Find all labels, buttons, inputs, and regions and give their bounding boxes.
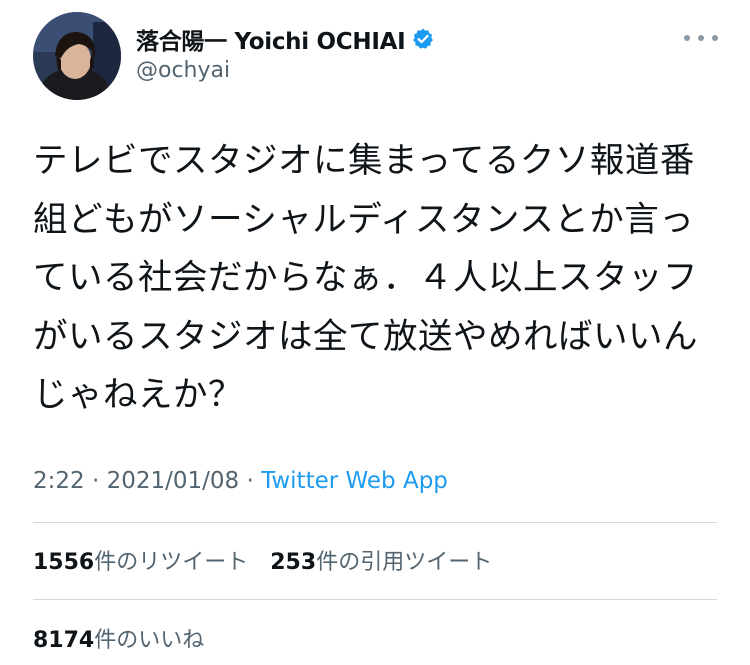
dot-icon xyxy=(684,35,690,41)
tweet-text: テレビでスタジオに集まってるクソ報道番組どもがソーシャルディスタンスとか言ってい… xyxy=(33,141,698,415)
author-name-row[interactable]: 落合陽一 Yoichi OCHIAI xyxy=(136,22,435,56)
tweet-date[interactable]: 2021/01/08 xyxy=(107,468,240,494)
tweet-likes-row: 8174件のいいね xyxy=(33,622,226,654)
meta-separator: · xyxy=(246,468,254,494)
retweets-label: 件のリツイート xyxy=(94,550,249,575)
author-handle[interactable]: @ochyai xyxy=(136,58,230,83)
author-display-name[interactable]: 落合陽一 Yoichi OCHIAI xyxy=(136,22,406,56)
tweet-stats-row: 1556件のリツイート 253件の引用ツイート xyxy=(33,544,514,576)
quote-tweets-stat[interactable]: 253件の引用ツイート xyxy=(270,544,492,576)
retweets-stat[interactable]: 1556件のリツイート xyxy=(33,544,248,576)
divider xyxy=(33,599,717,600)
likes-label: 件のいいね xyxy=(94,628,205,653)
tweet-metadata: 2:22 · 2021/01/08 · Twitter Web App xyxy=(33,468,448,494)
retweets-count: 1556 xyxy=(33,550,95,575)
more-options-icon[interactable] xyxy=(684,28,718,48)
tweet-card: 落合陽一 Yoichi OCHIAI @ochyai テレビでスタジオに集まって… xyxy=(0,0,750,665)
author-avatar[interactable] xyxy=(33,12,121,100)
verified-badge-icon xyxy=(411,27,435,51)
tweet-time[interactable]: 2:22 xyxy=(33,468,85,494)
quote-tweets-count: 253 xyxy=(270,550,317,575)
quote-tweets-label: 件の引用ツイート xyxy=(316,550,493,575)
likes-count: 8174 xyxy=(33,628,95,653)
divider xyxy=(33,522,717,523)
dot-icon xyxy=(712,35,718,41)
tweet-source-app-link[interactable]: Twitter Web App xyxy=(261,468,448,494)
likes-stat[interactable]: 8174件のいいね xyxy=(33,622,204,654)
meta-separator: · xyxy=(91,468,100,494)
avatar-image xyxy=(33,12,121,100)
dot-icon xyxy=(698,35,704,41)
